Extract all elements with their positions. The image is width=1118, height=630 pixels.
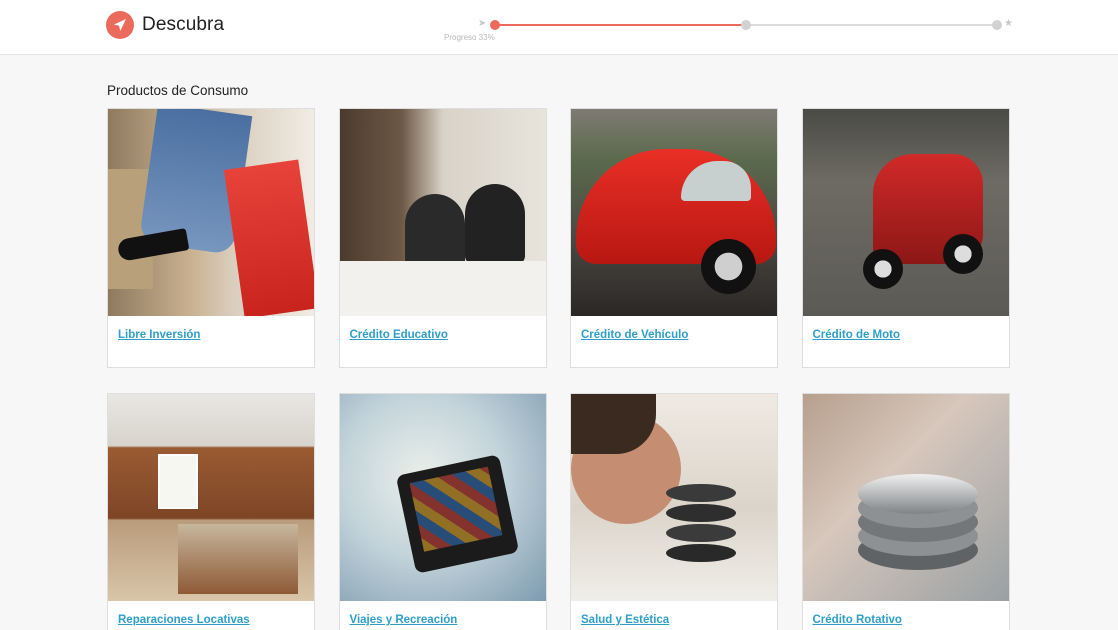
product-card-credito-de-moto[interactable]: Crédito de Moto (801, 108, 1010, 368)
product-link[interactable]: Reparaciones Locativas (108, 601, 314, 626)
product-grid: Libre Inversión Crédito Educativo Crédit… (107, 108, 1010, 630)
section-title: Productos de Consumo (107, 83, 249, 98)
progress-step-2 (741, 20, 751, 30)
product-card-libre-inversion[interactable]: Libre Inversión (107, 108, 315, 368)
progress-step-3 (992, 20, 1002, 30)
product-card-viajes-y-recreacion[interactable]: Viajes y Recreación (338, 393, 547, 630)
product-card-credito-de-vehiculo[interactable]: Crédito de Vehículo (570, 108, 778, 368)
coins-hand-image (802, 394, 1009, 601)
suitcase-map-image (339, 394, 546, 601)
product-link[interactable]: Crédito Rotativo (803, 601, 1009, 626)
red-beetle-car-image (571, 109, 777, 316)
shopping-bags-image (108, 109, 314, 316)
progress-tracker: ➤ ★ Progreso 33% (444, 16, 1018, 46)
product-link[interactable]: Crédito de Vehículo (571, 316, 777, 341)
spa-stones-image (571, 394, 777, 601)
kitchen-image (108, 394, 314, 601)
progress-track-remaining (746, 24, 997, 26)
progress-track-completed (495, 24, 745, 26)
product-card-credito-educativo[interactable]: Crédito Educativo (338, 108, 547, 368)
brand-home-link[interactable]: Descubra (106, 10, 224, 40)
star-icon: ★ (1004, 18, 1013, 29)
product-card-reparaciones-locativas[interactable]: Reparaciones Locativas (107, 393, 315, 630)
pin-icon: ➤ (478, 18, 487, 29)
top-header: Descubra ➤ ★ Progreso 33% (0, 0, 1118, 55)
product-card-credito-rotativo[interactable]: Crédito Rotativo (801, 393, 1010, 630)
product-link[interactable]: Crédito Educativo (340, 316, 546, 341)
product-link[interactable]: Libre Inversión (108, 316, 314, 341)
product-card-salud-y-estetica[interactable]: Salud y Estética (570, 393, 778, 630)
product-link[interactable]: Viajes y Recreación (340, 601, 546, 626)
paper-plane-icon (106, 11, 134, 39)
red-scooter-image (802, 109, 1009, 316)
brand-name: Descubra (142, 14, 225, 35)
progress-step-1 (490, 20, 500, 30)
students-studying-image (339, 109, 546, 316)
product-link[interactable]: Crédito de Moto (803, 316, 1009, 341)
progress-label: Progreso 33% (444, 33, 495, 42)
product-link[interactable]: Salud y Estética (571, 601, 777, 626)
